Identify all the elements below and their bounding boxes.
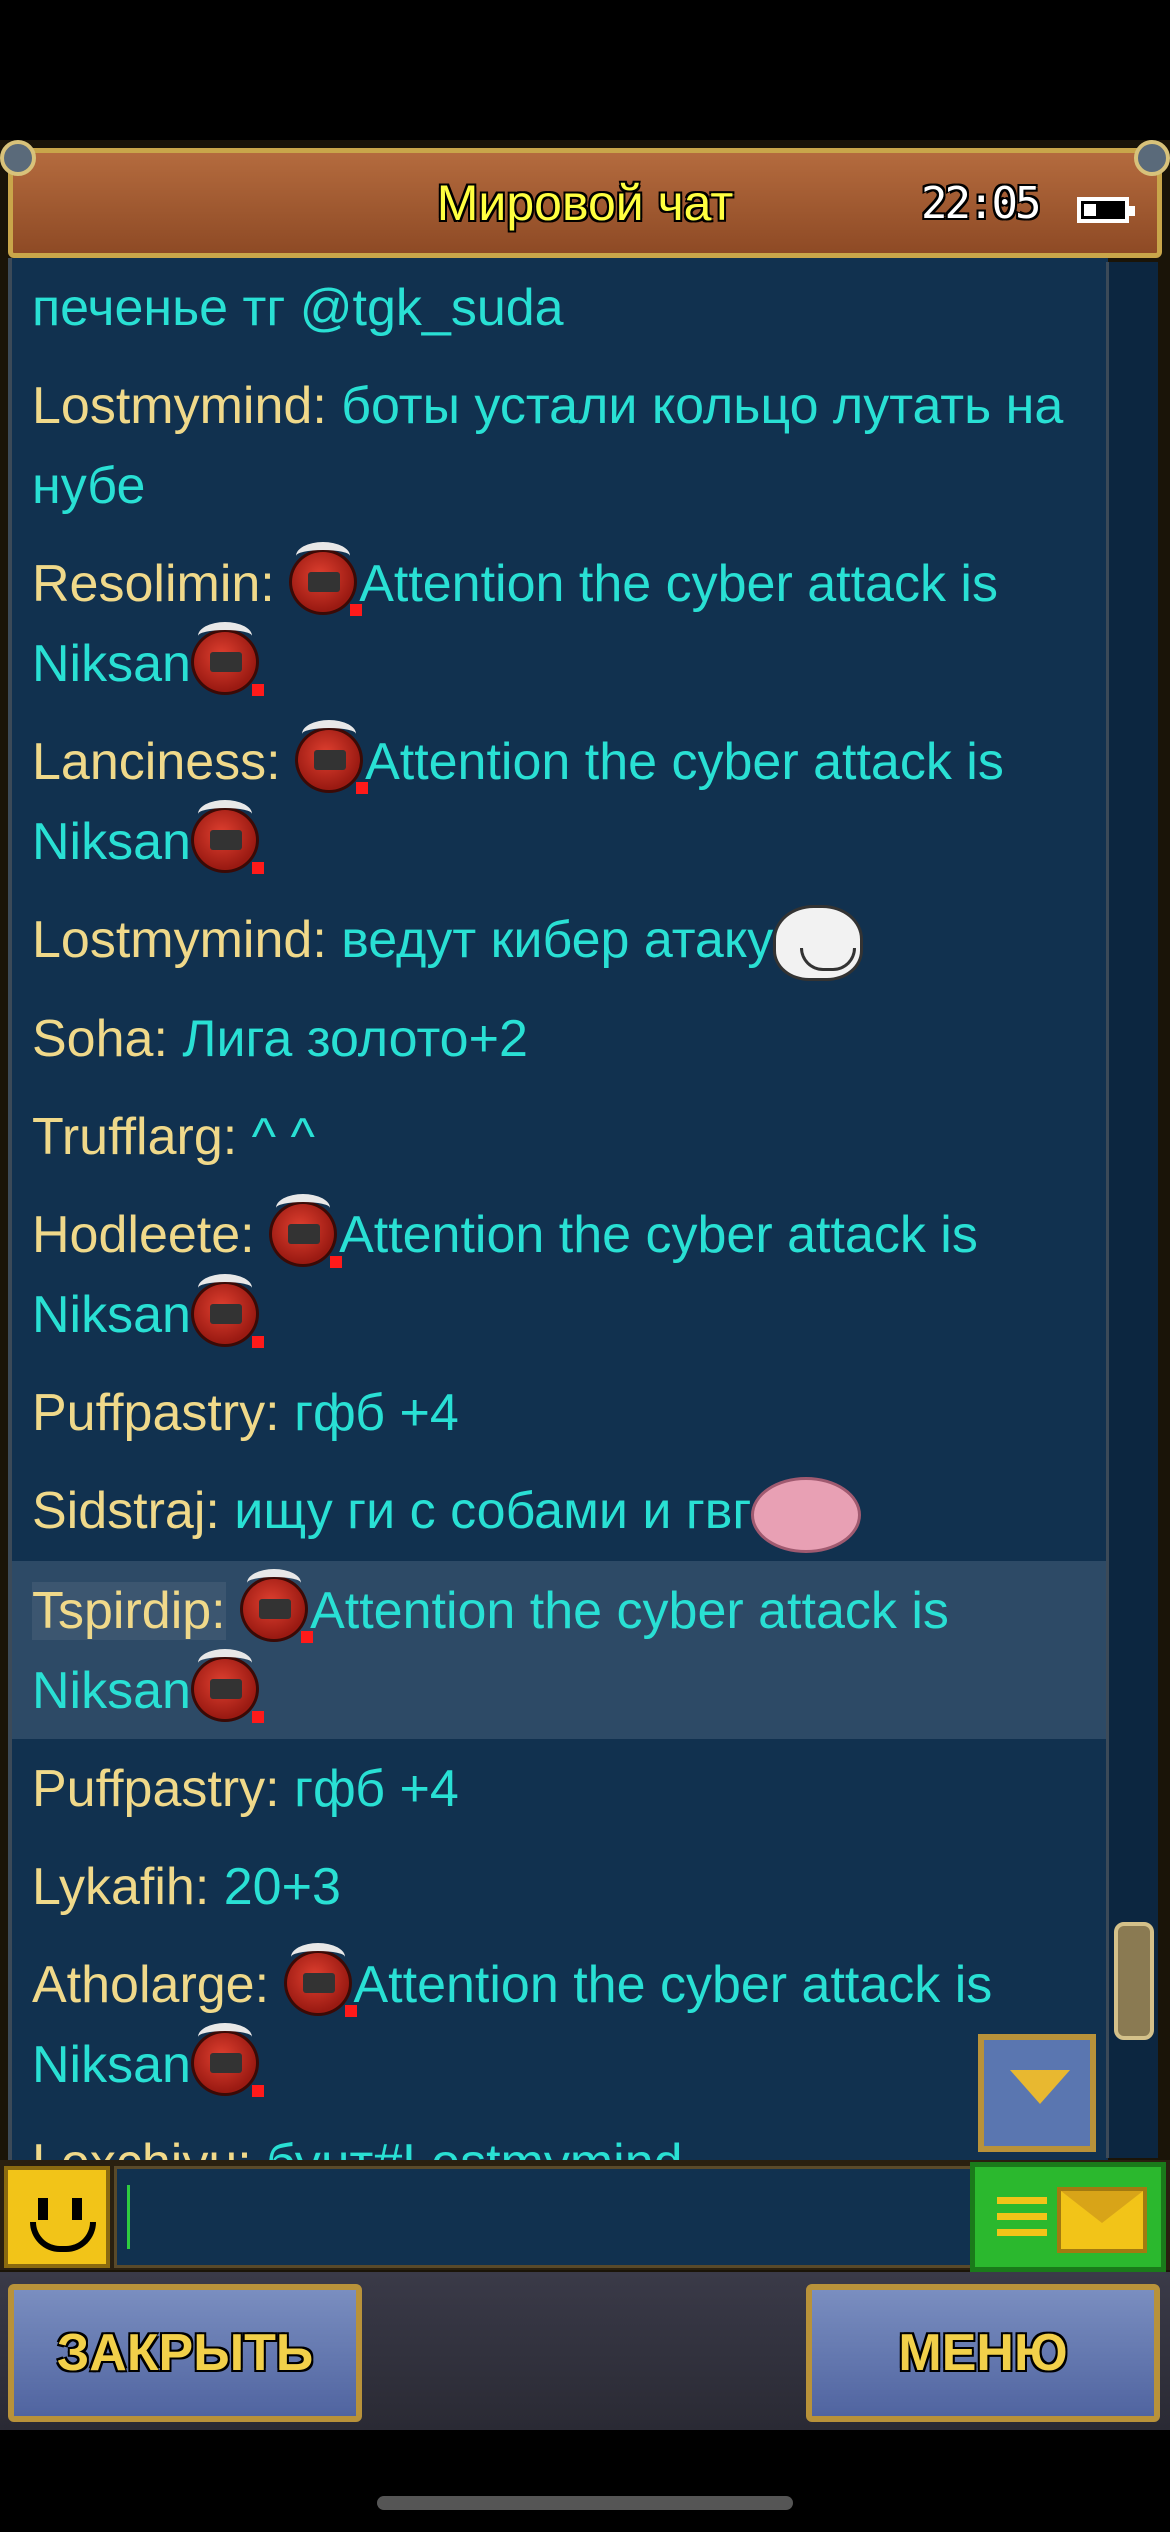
chat-message[interactable]: Puffpastry: гфб +4 xyxy=(12,1739,1108,1837)
chat-username[interactable]: Hodleete: xyxy=(32,1206,255,1264)
send-button[interactable] xyxy=(970,2162,1166,2272)
chat-username[interactable]: Lykafih: xyxy=(32,1858,209,1916)
chat-message-text: гфб +4 xyxy=(294,1384,459,1443)
chat-message[interactable]: Puffpastry: гфб +4 xyxy=(12,1363,1108,1461)
message-input[interactable] xyxy=(114,2166,974,2268)
chat-username[interactable]: Soha: xyxy=(32,1010,168,1068)
chat-scrollbar[interactable] xyxy=(1106,262,1158,2158)
chat-header: Мировой чат 22:05 xyxy=(8,148,1162,258)
chat-message[interactable]: Trufflarg: ^ ^ xyxy=(12,1087,1108,1185)
clock: 22:05 xyxy=(921,178,1041,229)
chat-username[interactable]: Sidstraj: xyxy=(32,1482,220,1540)
scroll-down-button[interactable] xyxy=(978,2034,1096,2152)
devil-emoji-icon xyxy=(190,2022,264,2097)
frame-corner-ornament xyxy=(1134,140,1170,176)
chat-message[interactable]: печенье тг @tgk_suda xyxy=(12,258,1108,356)
devil-emoji-icon xyxy=(190,1273,264,1348)
chat-username[interactable]: Lanciness: xyxy=(32,733,281,791)
devil-emoji-icon xyxy=(190,1648,264,1723)
chat-username[interactable]: Tspirdip: xyxy=(32,1581,226,1640)
chat-message[interactable]: Loxchiyu: бунт#Lostmymind xyxy=(12,2113,1108,2160)
smiley-icon xyxy=(72,2198,82,2220)
chat-message-text: гфб +4 xyxy=(294,1759,459,1818)
menu-button[interactable]: МЕНЮ xyxy=(806,2284,1160,2422)
smiley-icon xyxy=(30,2222,96,2252)
frame-corner-ornament xyxy=(0,140,36,176)
chat-username[interactable]: Puffpastry: xyxy=(32,1384,280,1442)
devil-emoji-icon xyxy=(190,800,264,875)
chat-message[interactable]: Hodleete: Attention the cyber attack is … xyxy=(12,1185,1108,1363)
chat-message[interactable]: Atholarge: Attention the cyber attack is… xyxy=(12,1935,1108,2113)
troll-face-emoji-icon xyxy=(773,905,864,982)
speed-lines-icon xyxy=(997,2197,1047,2245)
chat-message[interactable]: Lostmymind: боты устали кольцо лутать на… xyxy=(12,356,1108,534)
chat-message-text: Лига золото+2 xyxy=(182,1010,528,1069)
chat-message-text: ищу ги с собами и гвг xyxy=(234,1482,752,1541)
chat-message-text: бунт#Lostmymind xyxy=(266,2134,682,2160)
home-indicator[interactable] xyxy=(377,2496,793,2510)
emoji-picker-button[interactable] xyxy=(4,2166,110,2268)
chat-username[interactable]: Trufflarg: xyxy=(32,1108,237,1166)
chat-message[interactable]: Tspirdip: Attention the cyber attack is … xyxy=(12,1560,1108,1739)
chat-message-text: ^ ^ xyxy=(251,1108,315,1167)
chat-message[interactable]: Resolimin: Attention the cyber attack is… xyxy=(12,534,1108,712)
devil-emoji-icon xyxy=(240,1568,314,1643)
chat-message[interactable]: Sidstraj: ищу ги с собами и гвг xyxy=(12,1461,1108,1560)
chat-username[interactable]: Resolimin: xyxy=(32,555,275,613)
smiley-icon xyxy=(38,2198,48,2220)
chat-message[interactable]: Soha: Лига золото+2 xyxy=(12,989,1108,1087)
chat-message[interactable]: Lanciness: Attention the cyber attack is… xyxy=(12,712,1108,890)
close-button[interactable]: ЗАКРЫТЬ xyxy=(8,2284,362,2422)
devil-emoji-icon xyxy=(190,622,264,697)
devil-emoji-icon xyxy=(283,1942,357,2017)
chat-message-text: 20+3 xyxy=(223,1857,341,1916)
chevron-down-icon xyxy=(1010,2070,1070,2104)
devil-emoji-icon xyxy=(295,720,369,795)
devil-emoji-icon xyxy=(269,1193,343,1268)
pig-emoji-icon xyxy=(751,1476,862,1553)
chat-message[interactable]: Lykafih: 20+3 xyxy=(12,1837,1108,1935)
battery-icon xyxy=(1077,197,1135,223)
chat-username[interactable]: Atholarge: xyxy=(32,1956,269,2014)
chat-message-list[interactable]: печенье тг @tgk_suda Lostmymind: боты уст… xyxy=(8,258,1108,2160)
chat-username[interactable]: Lostmymind: xyxy=(32,377,327,435)
envelope-icon xyxy=(1057,2187,1147,2253)
chat-username[interactable]: Puffpastry: xyxy=(32,1760,280,1818)
text-caret xyxy=(127,2185,130,2249)
devil-emoji-icon xyxy=(289,542,363,617)
chat-message[interactable]: Lostmymind: ведут кибер атаку xyxy=(12,890,1108,989)
chat-message-text: печенье тг @tgk_suda xyxy=(32,279,564,337)
scrollbar-thumb[interactable] xyxy=(1114,1922,1154,2040)
chat-message-text: ведут кибер атаку xyxy=(341,911,774,969)
chat-username[interactable]: Lostmymind: xyxy=(32,911,327,969)
chat-username[interactable]: Loxchiyu: xyxy=(32,2134,252,2160)
battery-level xyxy=(1084,204,1096,216)
